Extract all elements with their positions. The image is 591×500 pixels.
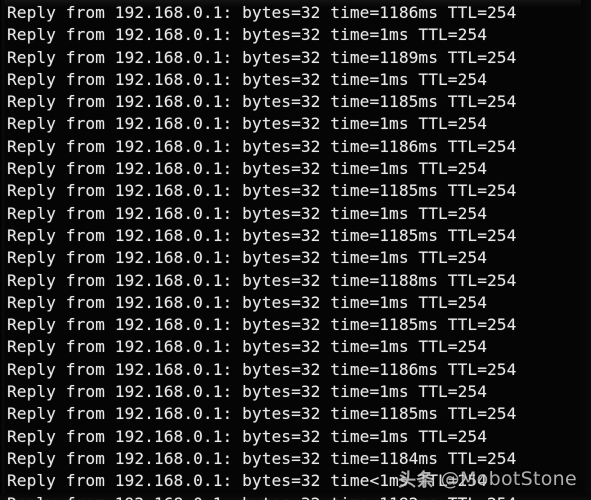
console-line: Reply from 192.168.0.1: bytes=32 time=1m… <box>7 114 487 134</box>
console-line: Reply from 192.168.0.1: bytes=32 time=11… <box>7 270 517 290</box>
console-line: Reply from 192.168.0.1: bytes=32 time=11… <box>7 181 517 201</box>
console-line: Reply from 192.168.0.1: bytes=32 time=1m… <box>7 426 487 446</box>
console-line: Reply from 192.168.0.1: bytes=32 time=11… <box>7 136 517 156</box>
console-line: Reply from 192.168.0.1: bytes=32 time=11… <box>7 47 517 67</box>
console-line: Reply from 192.168.0.1: bytes=32 time=11… <box>7 359 517 379</box>
console-output[interactable]: Reply from 192.168.0.1: bytes=32 time=11… <box>7 2 591 500</box>
console-line: Reply from 192.168.0.1: bytes=32 time=11… <box>7 448 517 468</box>
console-line: Reply from 192.168.0.1: bytes=32 time=1m… <box>7 159 487 179</box>
edge-shade-left <box>0 0 5 500</box>
terminal-window[interactable]: Reply from 192.168.0.1: bytes=32 time=11… <box>0 0 591 500</box>
console-line: Reply from 192.168.0.1: bytes=32 time=1m… <box>7 337 487 357</box>
console-line: Reply from 192.168.0.1: bytes=32 time=1m… <box>7 203 487 223</box>
console-line: Reply from 192.168.0.1: bytes=32 time=1m… <box>7 69 487 89</box>
console-line: Reply from 192.168.0.1: bytes=32 time=1m… <box>7 292 487 312</box>
console-line: Reply from 192.168.0.1: bytes=32 time=11… <box>7 315 517 335</box>
console-line: Reply from 192.168.0.1: bytes=32 time=11… <box>7 3 517 22</box>
console-line: Reply from 192.168.0.1: bytes=32 time=11… <box>7 92 517 112</box>
console-line: Reply from 192.168.0.1: bytes=32 time<1m… <box>7 471 487 491</box>
console-line: Reply from 192.168.0.1: bytes=32 time=11… <box>7 225 517 245</box>
console-line: Reply from 192.168.0.1: bytes=32 time=11… <box>7 493 591 500</box>
console-line: Reply from 192.168.0.1: bytes=32 time=1m… <box>7 248 487 268</box>
console-line: Reply from 192.168.0.1: bytes=32 time=11… <box>7 404 517 424</box>
console-line: Reply from 192.168.0.1: bytes=32 time=1m… <box>7 382 487 402</box>
console-line: Reply from 192.168.0.1: bytes=32 time=1m… <box>7 25 487 45</box>
